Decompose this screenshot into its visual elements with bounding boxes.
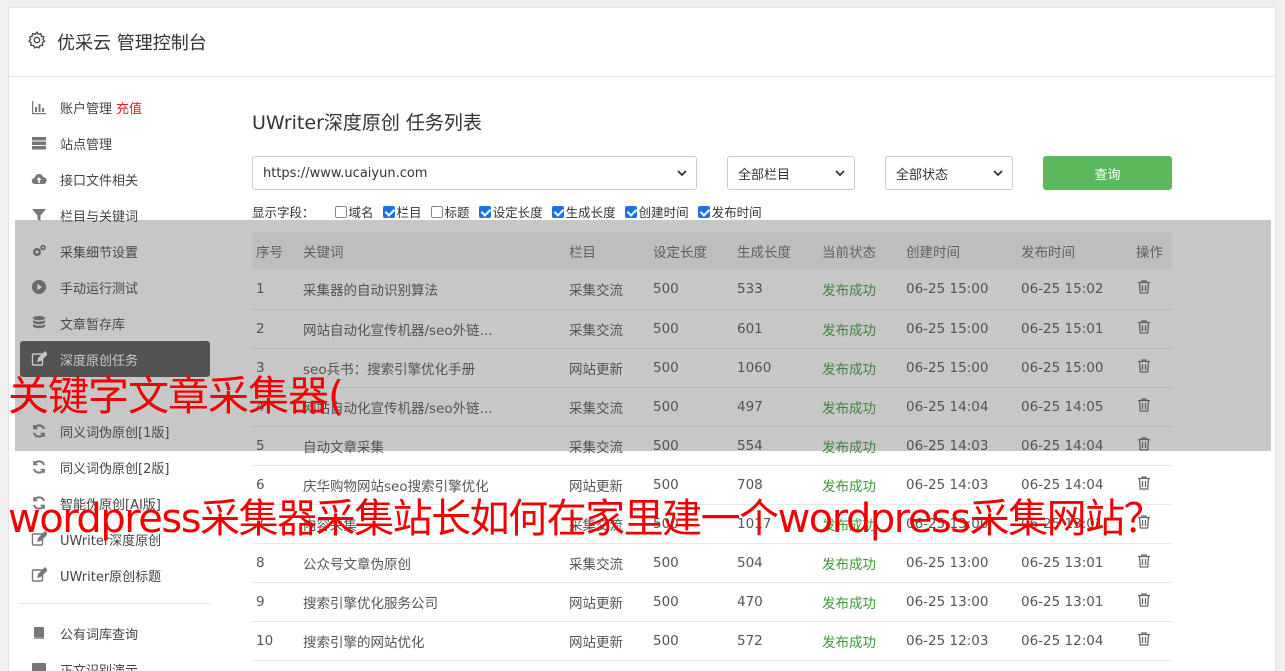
- overlay-caption-2: wordpress采集器采集站长如何在家里建一个wordpress采集网站？: [8, 496, 1164, 542]
- table-cell: 网站更新: [565, 582, 649, 622]
- sidebar-item-sites[interactable]: 站点管理: [20, 125, 210, 161]
- chevron-down-icon: [993, 170, 1003, 177]
- sidebar-item-label: 同义词伪原创[2版]: [60, 461, 170, 477]
- status-select[interactable]: 全部状态: [885, 156, 1013, 190]
- display-fields-label: 显示字段：: [252, 205, 315, 220]
- field-checkbox-column[interactable]: 栏目: [382, 202, 422, 221]
- sidebar-item-uwriter-title[interactable]: UWriter原创标题: [20, 557, 210, 593]
- table-cell: 采集交流: [565, 543, 649, 583]
- query-button[interactable]: 查询: [1043, 156, 1172, 190]
- server-icon: [30, 134, 48, 152]
- table-cell: 500: [649, 543, 733, 583]
- monitor-icon: [30, 660, 48, 671]
- delete-button[interactable]: [1132, 582, 1172, 622]
- field-checkbox-gen-length[interactable]: 生成长度: [551, 202, 616, 221]
- table-cell: 发布成功: [818, 621, 902, 661]
- trash-icon: [1138, 553, 1150, 568]
- sidebar-item-label: 公有词库查询: [60, 627, 139, 643]
- sidebar-item-label: UWriter原创标题: [60, 569, 162, 585]
- table-cell: 公众号文章伪原创: [299, 543, 565, 583]
- table-cell: 470: [733, 582, 818, 622]
- gear-icon: [27, 30, 47, 54]
- table-cell: 网站更新: [565, 621, 649, 661]
- field-checkbox-domain[interactable]: 域名: [334, 202, 374, 221]
- chevron-down-icon: [835, 170, 845, 177]
- table-row: 8 公众号文章伪原创 采集交流 500 504 发布成功 06-25 13:00 06-25 …: [252, 543, 1172, 583]
- table-cell: 06-25 12:03: [902, 621, 1017, 661]
- page-title: UWriter深度原创 任务列表: [252, 112, 482, 134]
- field-checkbox-published[interactable]: 发布时间: [697, 202, 762, 221]
- table-cell: 06-25 12:04: [1017, 621, 1132, 661]
- table-cell: 搜索引擎的网站优化: [299, 621, 565, 661]
- bar-chart-icon: [30, 98, 48, 116]
- table-cell: 10: [252, 621, 299, 661]
- chevron-down-icon: [677, 170, 687, 177]
- book-icon: [30, 624, 48, 642]
- table-row: 9 搜索引擎优化服务公司 网站更新 500 470 发布成功 06-25 13:00 06-2…: [252, 582, 1172, 622]
- trash-icon: [1138, 592, 1150, 607]
- trash-icon: [1138, 631, 1150, 646]
- top-bar: 优采云 管理控制台: [9, 8, 1277, 77]
- recharge-link[interactable]: 充值: [116, 98, 142, 117]
- sidebar-item-synonym-v2[interactable]: 同义词伪原创[2版]: [20, 449, 210, 485]
- delete-button[interactable]: [1132, 543, 1172, 583]
- table-cell: 06-25 13:01: [1017, 543, 1132, 583]
- table-row: 10 搜索引擎的网站优化 网站更新 500 572 发布成功 06-25 12:03 06-2…: [252, 621, 1172, 661]
- table-cell: 500: [649, 582, 733, 622]
- app-title: 优采云 管理控制台: [57, 33, 207, 54]
- sidebar-item-label: 账户管理: [60, 101, 113, 117]
- field-checkbox-created[interactable]: 创建时间: [624, 202, 689, 221]
- table-cell: 8: [252, 543, 299, 583]
- site-select[interactable]: https://www.ucaiyun.com: [252, 156, 697, 190]
- delete-button[interactable]: [1132, 621, 1172, 661]
- table-cell: 06-25 13:00: [902, 582, 1017, 622]
- column-select[interactable]: 全部栏目: [727, 156, 855, 190]
- refresh-icon: [30, 458, 48, 476]
- table-cell: 9: [252, 582, 299, 622]
- table-cell: 发布成功: [818, 582, 902, 622]
- table-cell: 572: [733, 621, 818, 661]
- sidebar-divider: [20, 603, 210, 604]
- sidebar-item-public-lexicon[interactable]: 公有词库查询: [20, 615, 210, 651]
- sidebar-item-interface-files[interactable]: 接口文件相关: [20, 161, 210, 197]
- table-cell: 发布成功: [818, 543, 902, 583]
- edit-icon: [30, 566, 48, 584]
- table-cell: 06-25 13:00: [902, 543, 1017, 583]
- sidebar-item-text-recognition[interactable]: 正文识别演示: [20, 651, 210, 671]
- overlay-caption-1: 关键字文章采集器(: [8, 372, 344, 420]
- sidebar-item-label: 正文识别演示: [60, 663, 139, 671]
- table-cell: 504: [733, 543, 818, 583]
- table-cell: 搜索引擎优化服务公司: [299, 582, 565, 622]
- cloud-upload-icon: [30, 170, 48, 188]
- display-fields: 显示字段： 域名 栏目 标题 设定长度 生成长度 创建时间 发布时间: [252, 202, 771, 221]
- sidebar-item-label: 站点管理: [60, 137, 113, 153]
- field-checkbox-title[interactable]: 标题: [430, 202, 470, 221]
- field-checkbox-set-length[interactable]: 设定长度: [478, 202, 543, 221]
- sidebar-item-label: 接口文件相关: [60, 173, 139, 189]
- sidebar-item-account[interactable]: 账户管理 充值: [20, 89, 210, 125]
- table-cell: 500: [649, 621, 733, 661]
- table-cell: 06-25 13:01: [1017, 582, 1132, 622]
